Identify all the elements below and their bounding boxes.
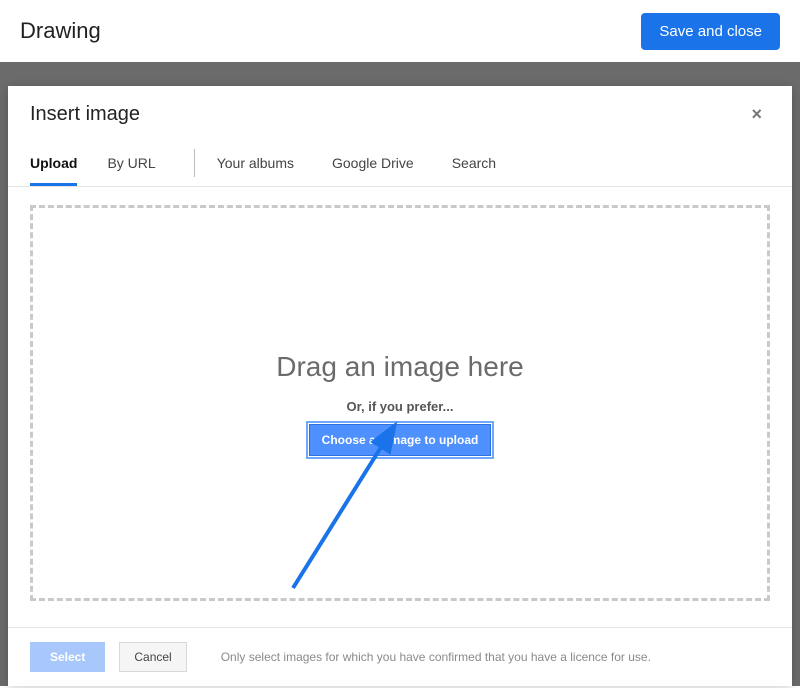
- tab-your-albums[interactable]: Your albums: [217, 147, 294, 186]
- dropzone-heading: Drag an image here: [276, 351, 523, 383]
- upload-dropzone[interactable]: Drag an image here Or, if you prefer... …: [30, 205, 770, 601]
- tab-upload[interactable]: Upload: [30, 147, 77, 186]
- tab-google-drive[interactable]: Google Drive: [332, 147, 414, 186]
- modal-footer: Select Cancel Only select images for whi…: [8, 627, 792, 686]
- dropzone-subtext: Or, if you prefer...: [347, 399, 454, 414]
- modal-title: Insert image: [30, 103, 140, 126]
- app-topbar: Drawing Save and close: [0, 0, 800, 62]
- footer-note: Only select images for which you have co…: [221, 650, 651, 664]
- insert-image-modal: Insert image × Upload By URL Your albums…: [8, 86, 792, 686]
- modal-header: Insert image ×: [8, 86, 792, 135]
- canvas-background: [0, 62, 800, 84]
- app-title: Drawing: [20, 18, 101, 44]
- cancel-button[interactable]: Cancel: [119, 642, 186, 672]
- select-button[interactable]: Select: [30, 642, 105, 672]
- choose-image-button[interactable]: Choose an image to upload: [309, 424, 492, 456]
- save-and-close-button[interactable]: Save and close: [641, 13, 780, 50]
- tab-bar: Upload By URL Your albums Google Drive S…: [8, 135, 792, 187]
- modal-container: Insert image × Upload By URL Your albums…: [0, 84, 800, 686]
- tab-by-url[interactable]: By URL: [107, 147, 155, 186]
- tab-search[interactable]: Search: [452, 147, 496, 186]
- dropzone-container: Drag an image here Or, if you prefer... …: [8, 187, 792, 601]
- tab-divider: [194, 149, 195, 177]
- close-icon[interactable]: ×: [743, 100, 770, 129]
